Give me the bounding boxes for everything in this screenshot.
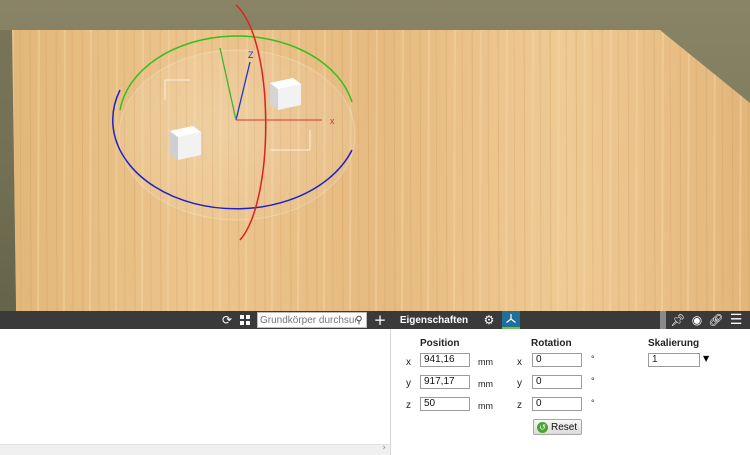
search-input[interactable] xyxy=(258,313,356,327)
grid-icon[interactable] xyxy=(238,311,252,329)
toolbar-separator xyxy=(660,311,666,329)
position-x-unit: mm xyxy=(478,357,493,367)
chevron-down-icon[interactable]: ▼ xyxy=(703,354,709,363)
cube-object-2[interactable] xyxy=(170,126,201,160)
search-field[interactable]: ⚲ xyxy=(257,312,367,328)
position-y-label: y xyxy=(406,378,411,389)
scene-canvas[interactable]: x Z xyxy=(0,0,750,311)
refresh-icon[interactable]: ⟳ xyxy=(220,311,234,329)
position-x-label: x xyxy=(406,357,411,368)
rotation-y-label: y xyxy=(517,378,522,389)
pin-icon[interactable]: 📌︎ xyxy=(670,311,685,329)
rotation-z-unit: ° xyxy=(591,398,595,408)
position-z-unit: mm xyxy=(478,401,493,411)
wood-plate[interactable] xyxy=(0,30,750,311)
axis-z-label: Z xyxy=(248,50,254,60)
scale-select[interactable]: 1 xyxy=(648,353,700,367)
axis-x-label: x xyxy=(330,116,335,126)
cube-object-1[interactable] xyxy=(270,78,301,110)
position-y-field[interactable]: 917,17 xyxy=(420,375,470,389)
scale-header: Skalierung xyxy=(648,338,700,349)
rotation-y-field[interactable]: 0 xyxy=(532,375,582,389)
3d-viewport[interactable]: x Z xyxy=(0,0,750,311)
rotation-header: Rotation xyxy=(531,338,572,349)
tab-properties[interactable]: Eigenschaften xyxy=(395,311,473,329)
rotation-z-field[interactable]: 0 xyxy=(532,397,582,411)
position-x-field[interactable]: 941,16 xyxy=(420,353,470,367)
reset-button[interactable]: ↺ Reset xyxy=(533,419,582,435)
horizontal-scrollbar[interactable]: › xyxy=(0,443,390,455)
position-header: Position xyxy=(420,338,460,349)
tab-transform[interactable] xyxy=(502,311,520,329)
reset-icon: ↺ xyxy=(537,421,548,433)
search-icon[interactable]: ⚲ xyxy=(353,313,365,327)
rotation-z-label: z xyxy=(517,400,522,411)
position-z-label: z xyxy=(406,400,411,411)
scroll-right-icon[interactable]: › xyxy=(382,443,386,453)
menu-icon[interactable]: ☰ xyxy=(727,311,745,329)
toolbar: ⟳ ⚲ + Eigenschaften ⚙ 📌︎ ◉ 🔗︎ ☰ xyxy=(0,311,750,329)
rotation-x-field[interactable]: 0 xyxy=(532,353,582,367)
rotation-x-label: x xyxy=(517,357,522,368)
rotation-x-unit: ° xyxy=(591,354,595,364)
position-y-unit: mm xyxy=(478,379,493,389)
left-panel: › xyxy=(0,329,391,455)
rotation-y-unit: ° xyxy=(591,376,595,386)
link-icon[interactable]: 🔗︎ xyxy=(708,311,723,329)
reset-button-label: Reset xyxy=(551,421,578,433)
gear-icon[interactable]: ⚙ xyxy=(481,311,497,329)
position-z-field[interactable]: 50 xyxy=(420,397,470,411)
plus-icon[interactable]: + xyxy=(372,311,388,329)
eye-icon[interactable]: ◉ xyxy=(689,311,705,329)
transform-icon xyxy=(506,314,516,323)
